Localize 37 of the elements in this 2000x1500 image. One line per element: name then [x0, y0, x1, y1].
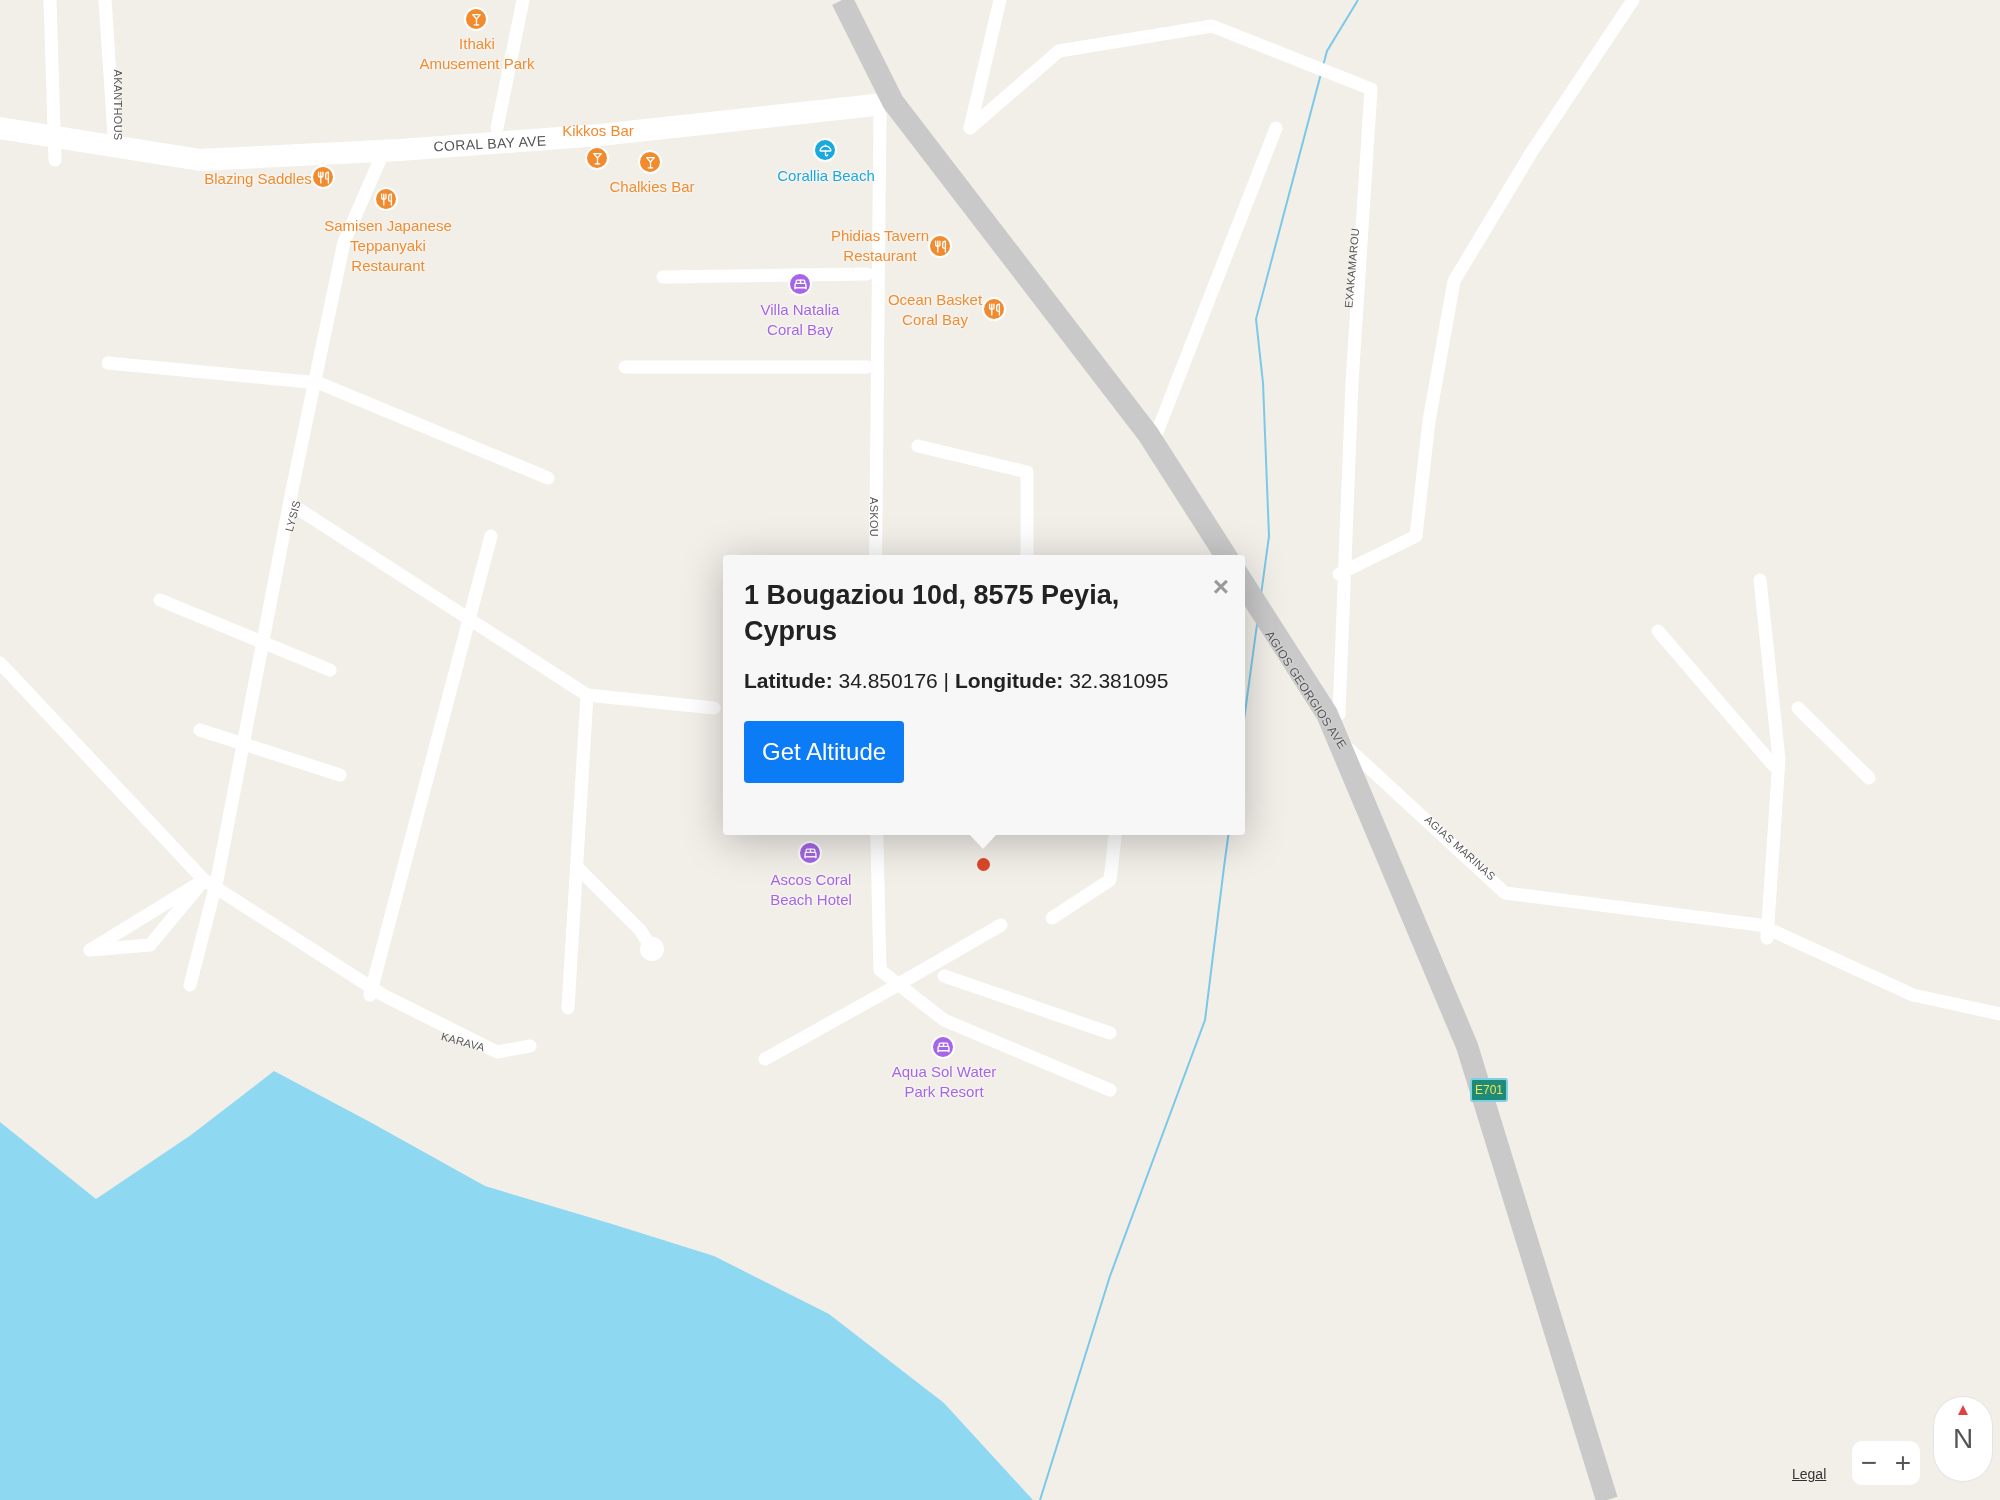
- north-arrow-icon: [1958, 1405, 1968, 1415]
- poi-label[interactable]: Ithaki Amusement Park: [419, 34, 535, 74]
- street-label: EXAKAMAROU: [1341, 227, 1363, 309]
- close-button[interactable]: ×: [1212, 573, 1229, 601]
- poi-label[interactable]: Chalkies Bar: [609, 177, 695, 197]
- street-label: LYSIS: [281, 498, 304, 534]
- street-label: ASKOU: [867, 497, 882, 537]
- bed-icon: [793, 277, 807, 291]
- poi-label[interactable]: Ocean Basket Coral Bay: [887, 290, 983, 330]
- cocktail-glass-icon: [469, 12, 483, 26]
- get-altitude-button[interactable]: Get Altitude: [744, 720, 905, 783]
- street-label: CORAL BAY AVE: [433, 131, 547, 157]
- bed-icon: [803, 846, 817, 860]
- street-label: KARAVA: [439, 1029, 487, 1056]
- cocktail-glass-icon: [590, 151, 604, 165]
- zoom-out-button[interactable]: −: [1860, 1449, 1878, 1477]
- cocktail-glass-icon: [643, 155, 657, 169]
- poi-label[interactable]: Kikkos Bar: [562, 121, 634, 141]
- coordinates-text: Latitude: 34.850176 | Longitude: 32.381095: [744, 668, 1170, 694]
- legal-link[interactable]: Legal: [1792, 1464, 1827, 1485]
- poi-label[interactable]: Villa Natalia Coral Bay: [760, 300, 840, 340]
- fork-knife-icon: [379, 192, 393, 206]
- umbrella-icon: [818, 143, 832, 157]
- fork-knife-icon: [933, 239, 947, 253]
- poi-label[interactable]: Ascos Coral Beach Hotel: [770, 870, 852, 910]
- poi-label[interactable]: Corallia Beach: [777, 166, 875, 186]
- bed-icon: [936, 1040, 950, 1054]
- street-label: AKANTHOUS: [111, 69, 126, 141]
- poi-label[interactable]: Blazing Saddles: [204, 169, 312, 189]
- poi-label[interactable]: Samisen Japanese Teppanyaki Restaurant: [324, 216, 452, 276]
- route-shield: E701: [1470, 1078, 1509, 1102]
- zoom-in-button[interactable]: +: [1894, 1449, 1912, 1477]
- fork-knife-icon: [316, 170, 330, 184]
- fork-knife-icon: [987, 302, 1001, 316]
- poi-label[interactable]: Phidias Tavern Restaurant: [830, 226, 930, 266]
- poi-label[interactable]: Aqua Sol Water Park Resort: [891, 1062, 997, 1102]
- popup-title: 1 Bougaziou 10d, 8575 Peyia, Cyprus: [744, 579, 1121, 648]
